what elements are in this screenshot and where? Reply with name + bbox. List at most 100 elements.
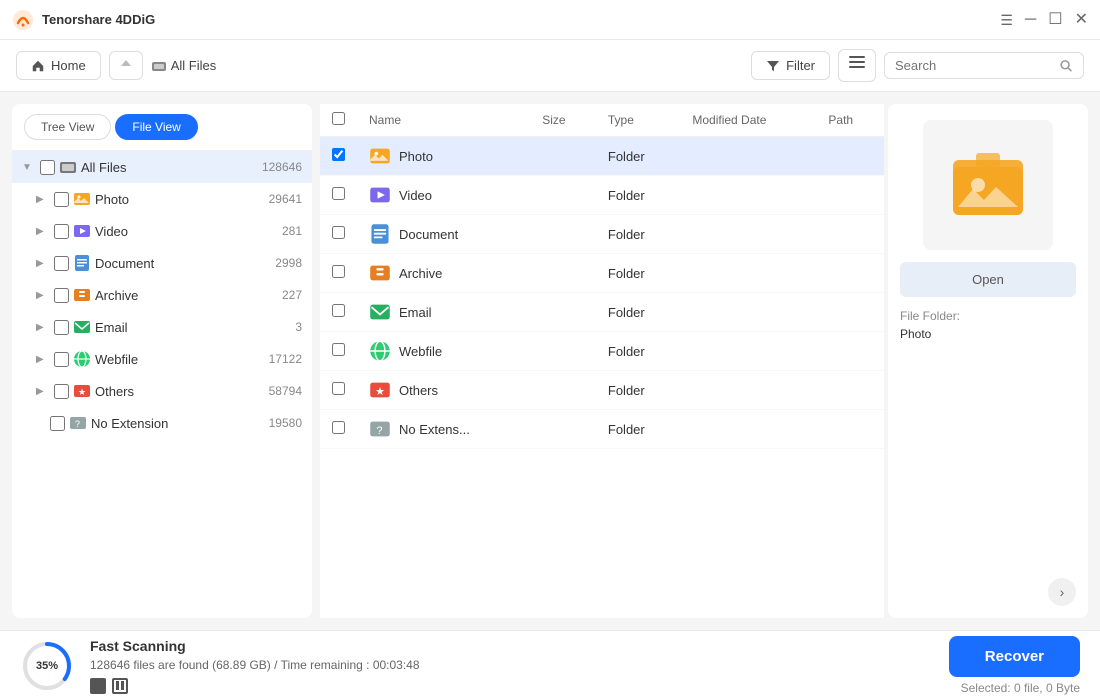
archive-count: 227 bbox=[274, 288, 302, 302]
video-label: Video bbox=[95, 224, 270, 239]
row-checkbox-cell[interactable] bbox=[320, 332, 357, 371]
row-checkbox[interactable] bbox=[332, 265, 345, 278]
home-icon bbox=[31, 59, 45, 73]
row-checkbox[interactable] bbox=[332, 382, 345, 395]
preview-file-icon bbox=[948, 145, 1028, 225]
filter-button[interactable]: Filter bbox=[751, 51, 830, 80]
noext-checkbox[interactable] bbox=[50, 416, 65, 431]
no-extension-label: No Extension bbox=[91, 416, 257, 431]
all-files-checkbox[interactable] bbox=[40, 160, 55, 175]
menu-icon[interactable]: ☰ bbox=[1000, 13, 1013, 27]
sidebar-item-webfile[interactable]: ▶ Webfile 17122 bbox=[12, 343, 312, 375]
bottom-bar: 35% Fast Scanning 128646 files are found… bbox=[0, 630, 1100, 700]
search-input[interactable] bbox=[895, 58, 1054, 73]
row-path bbox=[816, 215, 884, 254]
table-row[interactable]: Document Folder bbox=[320, 215, 884, 254]
webfile-checkbox[interactable] bbox=[54, 352, 69, 367]
row-name-cell: Email bbox=[357, 293, 530, 332]
row-checkbox[interactable] bbox=[332, 148, 345, 161]
others-label: Others bbox=[95, 384, 257, 399]
minimize-button[interactable]: ─ bbox=[1025, 12, 1036, 28]
others-checkbox[interactable] bbox=[54, 384, 69, 399]
sidebar-item-all-files[interactable]: ▼ All Files 128646 bbox=[12, 151, 312, 183]
photo-checkbox[interactable] bbox=[54, 192, 69, 207]
sidebar-item-document[interactable]: ▶ Document 2998 bbox=[12, 247, 312, 279]
row-modified bbox=[680, 254, 816, 293]
svg-text:?: ? bbox=[376, 425, 382, 437]
select-all-header bbox=[320, 104, 357, 137]
video-checkbox[interactable] bbox=[54, 224, 69, 239]
maximize-button[interactable]: ☐ bbox=[1048, 12, 1062, 28]
table-row[interactable]: Webfile Folder bbox=[320, 332, 884, 371]
row-size bbox=[530, 215, 596, 254]
row-checkbox-cell[interactable] bbox=[320, 254, 357, 293]
selected-info: Selected: 0 file, 0 Byte bbox=[961, 681, 1080, 695]
row-name: Photo bbox=[399, 149, 433, 164]
row-name-cell: Webfile bbox=[357, 332, 530, 371]
row-name-cell: Archive bbox=[357, 254, 530, 293]
table-row[interactable]: Email Folder bbox=[320, 293, 884, 332]
file-view-button[interactable]: File View bbox=[115, 114, 197, 140]
row-path bbox=[816, 137, 884, 176]
row-checkbox-cell[interactable] bbox=[320, 215, 357, 254]
row-path bbox=[816, 176, 884, 215]
row-checkbox[interactable] bbox=[332, 304, 345, 317]
sidebar-item-no-extension[interactable]: ? No Extension 19580 bbox=[12, 407, 312, 439]
expand-arrow-icon: ▼ bbox=[22, 162, 36, 173]
tree-view-button[interactable]: Tree View bbox=[24, 114, 111, 140]
document-label: Document bbox=[95, 256, 263, 271]
sidebar-item-email[interactable]: ▶ Email 3 bbox=[12, 311, 312, 343]
preview-icon-area bbox=[923, 120, 1053, 250]
row-checkbox-cell[interactable] bbox=[320, 137, 357, 176]
row-checkbox[interactable] bbox=[332, 421, 345, 434]
open-button[interactable]: Open bbox=[900, 262, 1076, 297]
stop-scan-button[interactable] bbox=[90, 678, 106, 694]
email-icon bbox=[369, 301, 391, 323]
sidebar-item-others[interactable]: ▶ ★ Others 58794 bbox=[12, 375, 312, 407]
sidebar-item-photo[interactable]: ▶ Photo 29641 bbox=[12, 183, 312, 215]
document-checkbox[interactable] bbox=[54, 256, 69, 271]
archive-checkbox[interactable] bbox=[54, 288, 69, 303]
video-count: 281 bbox=[274, 224, 302, 238]
table-row[interactable]: ★ Others Folder bbox=[320, 371, 884, 410]
preview-next-button[interactable]: › bbox=[1048, 578, 1076, 606]
list-icon bbox=[849, 56, 865, 70]
recover-button[interactable]: Recover bbox=[949, 636, 1080, 677]
pause-scan-button[interactable] bbox=[112, 678, 128, 694]
svg-text:★: ★ bbox=[78, 387, 86, 397]
row-size bbox=[530, 254, 596, 293]
photo-icon bbox=[369, 145, 391, 167]
window-controls: ☰ ─ ☐ ✕ bbox=[1000, 12, 1088, 28]
row-type: Folder bbox=[596, 293, 680, 332]
table-row[interactable]: Video Folder bbox=[320, 176, 884, 215]
document-icon bbox=[73, 254, 91, 272]
expand-arrow-icon: ▶ bbox=[36, 258, 50, 269]
archive-icon bbox=[369, 262, 391, 284]
row-path bbox=[816, 371, 884, 410]
row-name: Archive bbox=[399, 266, 442, 281]
email-checkbox[interactable] bbox=[54, 320, 69, 335]
row-checkbox-cell[interactable] bbox=[320, 371, 357, 410]
row-checkbox-cell[interactable] bbox=[320, 176, 357, 215]
list-view-button[interactable] bbox=[838, 49, 876, 82]
row-checkbox-cell[interactable] bbox=[320, 293, 357, 332]
row-checkbox[interactable] bbox=[332, 187, 345, 200]
table-row[interactable]: Archive Folder bbox=[320, 254, 884, 293]
row-checkbox[interactable] bbox=[332, 343, 345, 356]
archive-label: Archive bbox=[95, 288, 270, 303]
row-name: Others bbox=[399, 383, 438, 398]
row-name-cell: Document bbox=[357, 215, 530, 254]
row-name: Document bbox=[399, 227, 458, 242]
select-all-checkbox[interactable] bbox=[332, 112, 345, 125]
row-checkbox[interactable] bbox=[332, 226, 345, 239]
up-arrow-icon bbox=[120, 58, 132, 70]
up-button[interactable] bbox=[109, 51, 143, 80]
sidebar-item-archive[interactable]: ▶ Archive 227 bbox=[12, 279, 312, 311]
scan-progress-circle: 35% bbox=[20, 639, 74, 693]
sidebar-item-video[interactable]: ▶ Video 281 bbox=[12, 215, 312, 247]
close-button[interactable]: ✕ bbox=[1075, 12, 1088, 28]
home-button[interactable]: Home bbox=[16, 51, 101, 80]
row-checkbox-cell[interactable] bbox=[320, 410, 357, 449]
table-row[interactable]: ? No Extens... Folder bbox=[320, 410, 884, 449]
table-row[interactable]: Photo Folder bbox=[320, 137, 884, 176]
